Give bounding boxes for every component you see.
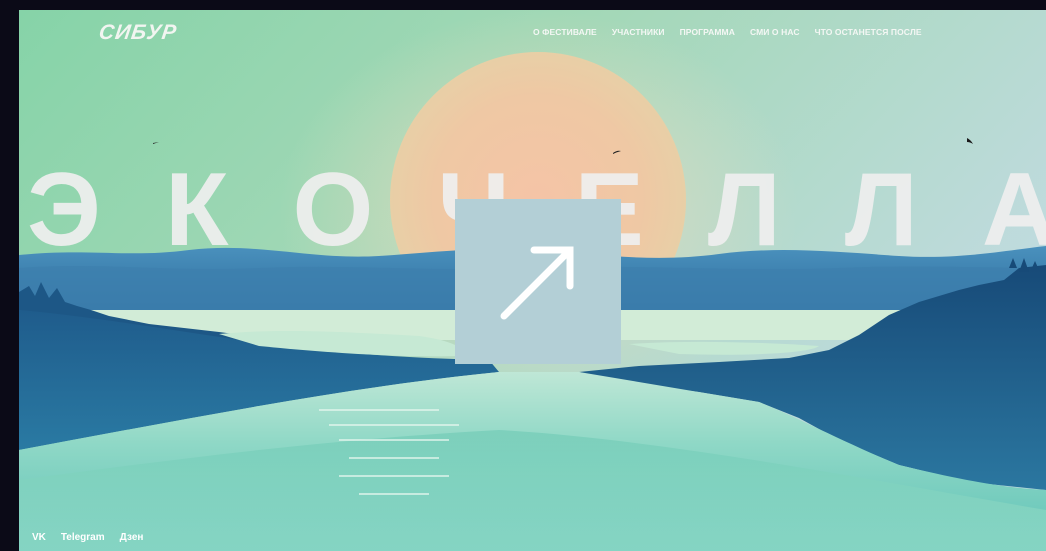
nav-item-about[interactable]: О ФЕСТИВАЛЕ [533,27,597,37]
nav-item-legacy[interactable]: ЧТО ОСТАНЕТСЯ ПОСЛЕ [815,27,922,37]
hero-frame: СИБУР О ФЕСТИВАЛЕ УЧАСТНИКИ ПРОГРАММА СМ… [19,10,1046,551]
hero-letter: Э [27,152,101,268]
social-link-dzen[interactable]: Дзен [120,532,144,543]
arrow-up-right-icon [500,246,574,320]
nav-item-press[interactable]: СМИ О НАС [750,27,800,37]
nav-item-participants[interactable]: УЧАСТНИКИ [612,27,665,37]
social-link-vk[interactable]: VK [32,532,46,543]
nav-item-program[interactable]: ПРОГРАММА [680,27,735,37]
hero-letter: А [981,152,1046,268]
social-link-telegram[interactable]: Telegram [61,532,105,543]
main-nav: О ФЕСТИВАЛЕ УЧАСТНИКИ ПРОГРАММА СМИ О НА… [533,27,922,37]
play-card-button[interactable] [455,199,621,364]
social-links: VK Telegram Дзен [32,532,143,543]
hero-letter: Л [844,152,918,268]
hero-letter: Л [707,152,781,268]
hero-letter: О [292,152,374,268]
hero-letter: К [165,152,229,268]
brand-logo[interactable]: СИБУР [97,21,178,45]
